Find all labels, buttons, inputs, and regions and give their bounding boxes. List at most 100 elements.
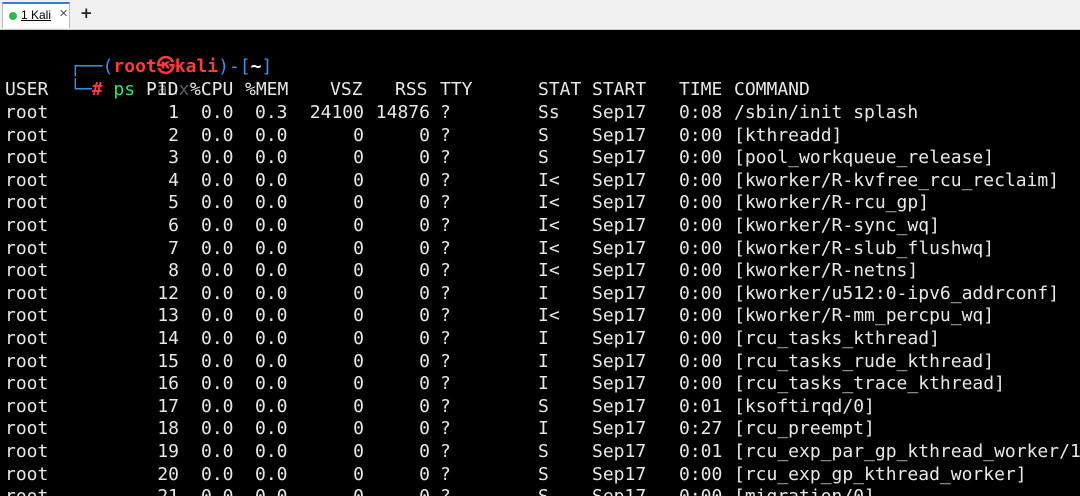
cell-user: root bbox=[5, 169, 49, 191]
cell-user: root bbox=[5, 441, 49, 462]
cell-vsz: 24100 bbox=[309, 102, 364, 123]
cell-mem: 0.0 bbox=[255, 215, 288, 236]
cell-vsz: 0 bbox=[353, 169, 364, 191]
table-row: root 20 0.0 0.0 0 0? S Sep17 0:00 [rcu_exp_gp_kth… bbox=[5, 463, 1080, 486]
cell-time: 0:00 bbox=[679, 282, 723, 304]
cell-tty: ? bbox=[440, 350, 451, 372]
cell-cpu: 0.0 bbox=[201, 169, 234, 191]
header-tty: TTY bbox=[440, 79, 473, 100]
cell-tty: ? bbox=[440, 192, 451, 214]
cell-tty: ? bbox=[440, 147, 451, 169]
cell-command: [kworker/R-slub_flushwq] bbox=[734, 237, 995, 259]
cell-start: Sep17 bbox=[592, 373, 647, 395]
header-rss: RSS bbox=[395, 79, 428, 100]
cell-stat: I bbox=[538, 373, 549, 395]
cell-command: [kthreadd] bbox=[734, 124, 843, 146]
cell-stat: I bbox=[538, 350, 549, 372]
cell-cpu: 0.0 bbox=[201, 328, 234, 349]
cell-command: [migration/0] bbox=[734, 485, 875, 496]
cell-mem: 0.0 bbox=[255, 192, 288, 214]
cell-time: 0:00 bbox=[679, 215, 723, 236]
cell-time: 0:00 bbox=[679, 350, 723, 372]
cell-time: 0:00 bbox=[679, 237, 723, 259]
cell-start: Sep17 bbox=[592, 418, 647, 440]
cell-time: 0:00 bbox=[679, 147, 723, 169]
cell-user: root bbox=[5, 328, 49, 349]
cell-time: 0:01 bbox=[679, 395, 723, 417]
cell-command: [rcu_tasks_kthread] bbox=[734, 328, 940, 349]
cell-time: 0:00 bbox=[679, 169, 723, 191]
cell-user: root bbox=[5, 102, 49, 123]
header-cpu: %CPU bbox=[190, 79, 234, 100]
cell-start: Sep17 bbox=[592, 169, 647, 191]
terminal-output[interactable]: ┌──(root㉿kali)-[~] └─# ps -aux USER PID … bbox=[0, 30, 1080, 496]
cell-time: 0:01 bbox=[679, 441, 723, 462]
prompt-cwd: ~ bbox=[250, 56, 262, 77]
cell-stat: S bbox=[538, 485, 549, 496]
cell-user: root bbox=[5, 305, 49, 327]
cell-rss: 0 bbox=[419, 147, 430, 169]
cell-command: [pool_workqueue_release] bbox=[734, 147, 995, 169]
cell-mem: 0.3 bbox=[255, 102, 288, 123]
cell-pid: 12 bbox=[157, 282, 179, 304]
cell-time: 0:00 bbox=[679, 124, 723, 146]
terminal-window: 1 Kali ✕ + ┌──(root㉿kali)-[~] └─# ps -au… bbox=[0, 0, 1080, 496]
cell-pid: 7 bbox=[168, 237, 179, 259]
cell-start: Sep17 bbox=[592, 237, 647, 259]
cell-stat: I< bbox=[538, 215, 560, 236]
cell-start: Sep17 bbox=[592, 463, 647, 485]
cell-pid: 19 bbox=[157, 441, 179, 462]
tab-kali[interactable]: 1 Kali ✕ bbox=[2, 2, 70, 28]
cell-time: 0:00 bbox=[679, 373, 723, 395]
cell-command: [kworker/R-mm_percpu_wq] bbox=[734, 305, 995, 327]
cell-start: Sep17 bbox=[592, 102, 647, 123]
cell-pid: 2 bbox=[168, 124, 179, 146]
tab-label: 1 Kali bbox=[21, 8, 52, 22]
cell-cpu: 0.0 bbox=[201, 305, 234, 327]
cell-cpu: 0.0 bbox=[201, 282, 234, 304]
cell-stat: I< bbox=[538, 260, 560, 282]
cell-user: root bbox=[5, 373, 49, 395]
cell-vsz: 0 bbox=[353, 441, 364, 462]
cell-pid: 5 bbox=[168, 192, 179, 214]
cell-vsz: 0 bbox=[353, 463, 364, 485]
cell-rss: 0 bbox=[419, 350, 430, 372]
cell-mem: 0.0 bbox=[255, 373, 288, 395]
cell-cpu: 0.0 bbox=[201, 102, 234, 123]
cell-command: [kworker/R-netns] bbox=[734, 260, 919, 282]
table-row: root 6 0.0 0.0 0 0? I< Sep17 0:00 [kworker/R-sync… bbox=[5, 214, 1080, 237]
cell-time: 0:00 bbox=[679, 328, 723, 349]
cell-pid: 17 bbox=[157, 395, 179, 417]
cell-pid: 20 bbox=[157, 463, 179, 485]
cell-vsz: 0 bbox=[353, 147, 364, 169]
cell-mem: 0.0 bbox=[255, 147, 288, 169]
cell-tty: ? bbox=[440, 485, 451, 496]
table-row: root 3 0.0 0.0 0 0? S Sep17 0:00 [pool_workqueue_… bbox=[5, 146, 1080, 169]
table-row: root 17 0.0 0.0 0 0? S Sep17 0:01 [ksoftirqd/0] bbox=[5, 395, 1080, 418]
cell-start: Sep17 bbox=[592, 124, 647, 146]
cell-cpu: 0.0 bbox=[201, 215, 234, 236]
new-tab-button[interactable]: + bbox=[80, 4, 93, 22]
table-row: root 14 0.0 0.0 0 0? I Sep17 0:00 [rcu_tasks_kthr… bbox=[5, 327, 1080, 350]
cell-stat: I bbox=[538, 418, 549, 440]
cell-mem: 0.0 bbox=[255, 395, 288, 417]
cell-command: [ksoftirqd/0] bbox=[734, 395, 875, 417]
cell-user: root bbox=[5, 350, 49, 372]
cell-rss: 0 bbox=[419, 192, 430, 214]
cell-command: [rcu_preempt] bbox=[734, 418, 875, 440]
cell-stat: I bbox=[538, 282, 549, 304]
cell-command: [rcu_exp_par_gp_kthread_worker/1] bbox=[734, 441, 1080, 462]
cell-pid: 14 bbox=[157, 328, 179, 349]
close-icon[interactable]: ✕ bbox=[59, 7, 68, 20]
cell-stat: I< bbox=[538, 237, 560, 259]
table-row: root 15 0.0 0.0 0 0? I Sep17 0:00 [rcu_tasks_rude… bbox=[5, 350, 1080, 373]
cell-tty: ? bbox=[440, 441, 451, 462]
cell-start: Sep17 bbox=[592, 147, 647, 169]
cell-start: Sep17 bbox=[592, 305, 647, 327]
cell-user: root bbox=[5, 260, 49, 282]
cell-vsz: 0 bbox=[353, 282, 364, 304]
cell-tty: ? bbox=[440, 169, 451, 191]
cell-mem: 0.0 bbox=[255, 418, 288, 440]
cell-mem: 0.0 bbox=[255, 169, 288, 191]
cell-cpu: 0.0 bbox=[201, 441, 234, 462]
